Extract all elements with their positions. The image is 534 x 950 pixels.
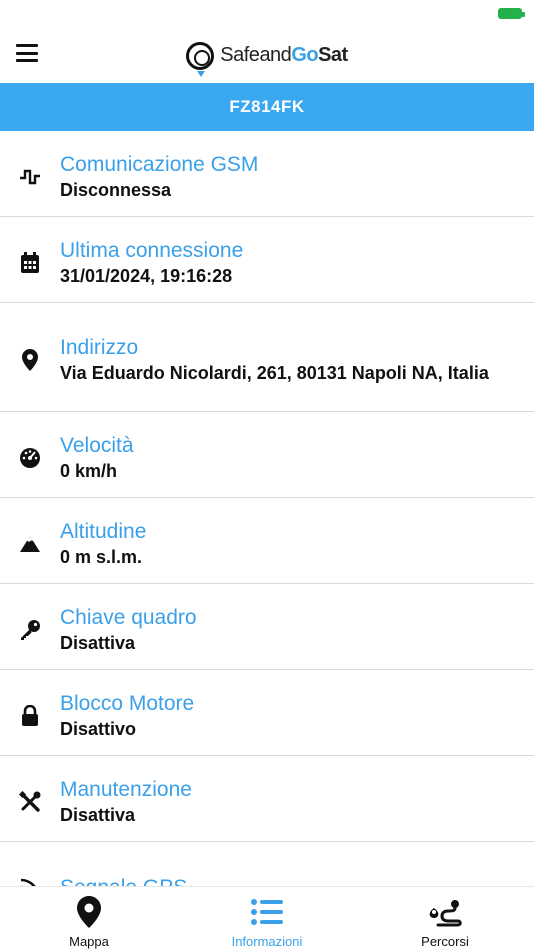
map-pin-icon — [72, 895, 106, 929]
tools-icon — [16, 788, 44, 816]
info-label: Chiave quadro — [60, 605, 197, 629]
info-value: Disconnessa — [60, 179, 172, 200]
tab-label: Mappa — [69, 934, 109, 949]
gps-signal-icon — [16, 874, 44, 886]
info-row-address: Indirizzo Via Eduardo Nicolardi, 261, 80… — [0, 303, 534, 412]
speedometer-icon — [16, 444, 44, 472]
info-row-altitude: Altitudine 0 m s.l.m. — [0, 498, 534, 584]
tab-mappa[interactable]: Mappa — [0, 887, 178, 950]
info-value: Disattivo — [60, 718, 137, 739]
info-label: Velocità — [60, 433, 134, 457]
info-value: 0 km/h — [60, 460, 118, 481]
logo-text: SafeandGoSat — [220, 44, 348, 66]
info-label: Manutenzione — [60, 777, 192, 801]
vehicle-plate-bar: FZ814FK — [0, 83, 534, 131]
info-label: Ultima connessione — [60, 238, 244, 262]
info-list: Comunicazione GSM Disconnessa Ultima con… — [0, 131, 534, 886]
info-row-engine-block: Blocco Motore Disattivo — [0, 670, 534, 756]
info-row-maintenance: Manutenzione Disattiva — [0, 756, 534, 842]
info-row-speed: Velocità 0 km/h — [0, 412, 534, 498]
info-value: Disattiva — [60, 632, 136, 653]
tab-percorsi[interactable]: Percorsi — [356, 887, 534, 950]
steering-wheel-icon — [186, 41, 215, 77]
info-row-gps-signal: Segnale GPS — [0, 842, 534, 886]
info-row-gsm: Comunicazione GSM Disconnessa — [0, 131, 534, 217]
info-label: Segnale GPS — [60, 875, 522, 887]
info-label: Blocco Motore — [60, 691, 195, 715]
map-pin-icon — [16, 346, 44, 374]
tab-label: Informazioni — [231, 934, 303, 949]
mountain-icon — [16, 530, 44, 558]
vehicle-plate: FZ814FK — [229, 97, 305, 116]
info-value: 0 m s.l.m. — [60, 546, 143, 567]
key-icon — [16, 616, 44, 644]
info-label: Comunicazione GSM — [60, 152, 259, 176]
info-value: Disattiva — [60, 804, 136, 825]
info-row-ignition-key: Chiave quadro Disattiva — [0, 584, 534, 670]
signal-pulse-icon — [16, 163, 44, 191]
battery-icon — [498, 8, 525, 19]
app-header: SafeandGoSat — [0, 28, 534, 83]
bottom-tab-bar: Mappa Informazioni Percorsi — [0, 886, 534, 950]
info-value: 31/01/2024, 19:16:28 — [60, 265, 233, 286]
route-icon — [428, 895, 462, 929]
lock-icon — [16, 702, 44, 730]
list-icon — [250, 895, 284, 929]
status-bar — [0, 0, 534, 28]
calendar-icon — [16, 249, 44, 277]
hamburger-menu-icon[interactable] — [16, 44, 38, 62]
tab-label: Percorsi — [421, 934, 469, 949]
tab-informazioni[interactable]: Informazioni — [178, 887, 356, 950]
info-value: Via Eduardo Nicolardi, 261, 80131 Napoli… — [60, 363, 489, 383]
app-logo: SafeandGoSat — [186, 41, 348, 77]
info-label: Indirizzo — [60, 336, 139, 359]
info-label: Altitudine — [60, 519, 147, 543]
info-row-last-connection: Ultima connessione 31/01/2024, 19:16:28 — [0, 217, 534, 303]
